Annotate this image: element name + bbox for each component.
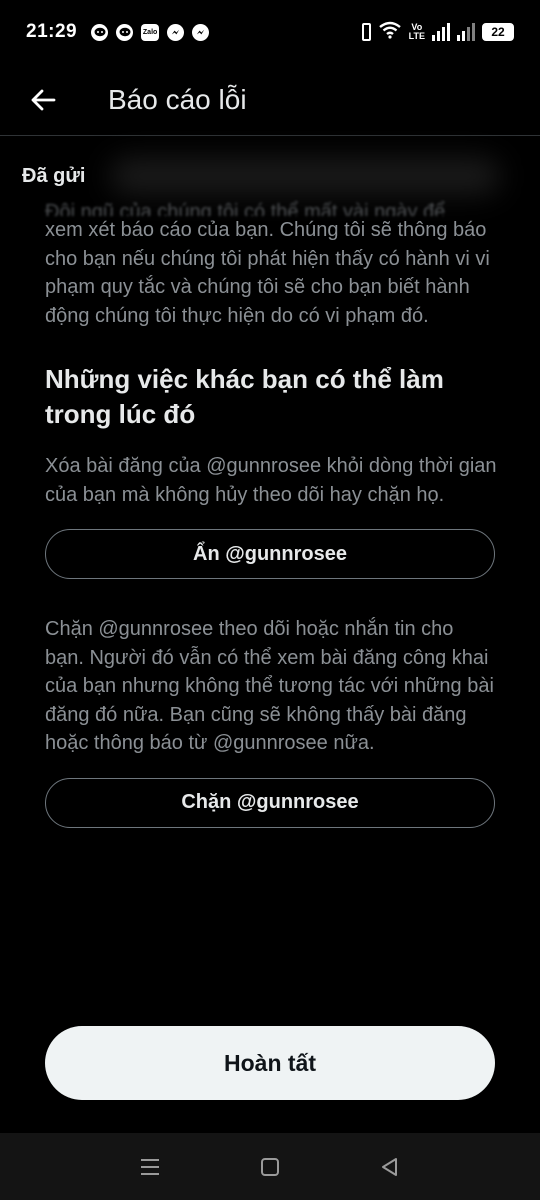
- vibrate-icon: [361, 23, 371, 41]
- messenger-icon: [167, 23, 185, 41]
- status-bar: 21:29 Zalo Vo LTE 22: [0, 0, 540, 64]
- system-nav-bar: [0, 1133, 540, 1200]
- signal-icon: [432, 23, 450, 41]
- sent-label: Đã gửi: [22, 164, 86, 187]
- zalo-icon: Zalo: [141, 23, 160, 41]
- status-time: 21:29: [26, 21, 78, 42]
- status-right: Vo LTE 22: [361, 21, 514, 44]
- discord-icon: [91, 23, 109, 41]
- home-button[interactable]: [250, 1147, 290, 1187]
- signal-icon: [457, 23, 475, 41]
- report-content: Đội ngũ của chúng tôi có thể mất vài ngà…: [45, 198, 497, 828]
- intro-paragraph: xem xét báo cáo của bạn. Chúng tôi sẽ th…: [45, 219, 490, 327]
- volte-line2: LTE: [408, 31, 425, 41]
- app-header: Báo cáo lỗi: [0, 64, 540, 136]
- block-description: Chặn @gunnrosee theo dõi hoặc nhắn tin c…: [45, 618, 494, 754]
- arrow-left-icon: [31, 89, 56, 110]
- screen: 21:29 Zalo Vo LTE 22 Báo cáo lỗi Đã gửi …: [0, 0, 540, 1200]
- menu-icon: [141, 1158, 159, 1175]
- section-title: Những việc khác bạn có thể làm trong lúc…: [45, 364, 444, 429]
- page-title: Báo cáo lỗi: [108, 83, 247, 115]
- intro-fragment: Đội ngũ của chúng tôi có thể mất vài ngà…: [45, 201, 446, 216]
- done-button[interactable]: Hoàn tất: [45, 1026, 495, 1100]
- back-nav-button[interactable]: [370, 1147, 410, 1187]
- notification-icons: Zalo: [91, 23, 210, 41]
- blurred-overlay: [110, 158, 500, 194]
- triangle-back-icon: [382, 1157, 397, 1176]
- discord-icon: [116, 23, 134, 41]
- recent-apps-button[interactable]: [130, 1147, 170, 1187]
- messenger-icon: [192, 23, 210, 41]
- back-button[interactable]: [22, 79, 64, 121]
- battery-icon: 22: [482, 23, 514, 41]
- square-icon: [261, 1157, 279, 1176]
- wifi-icon: [378, 21, 402, 44]
- mute-user-button[interactable]: Ẩn @gunnrosee: [45, 529, 495, 579]
- sent-status-bar: Đã gửi: [0, 150, 540, 202]
- mute-description: Xóa bài đăng của @gunnrosee khỏi dòng th…: [45, 455, 497, 506]
- block-user-button[interactable]: Chặn @gunnrosee: [45, 777, 495, 828]
- volte-indicator: Vo LTE: [409, 23, 425, 41]
